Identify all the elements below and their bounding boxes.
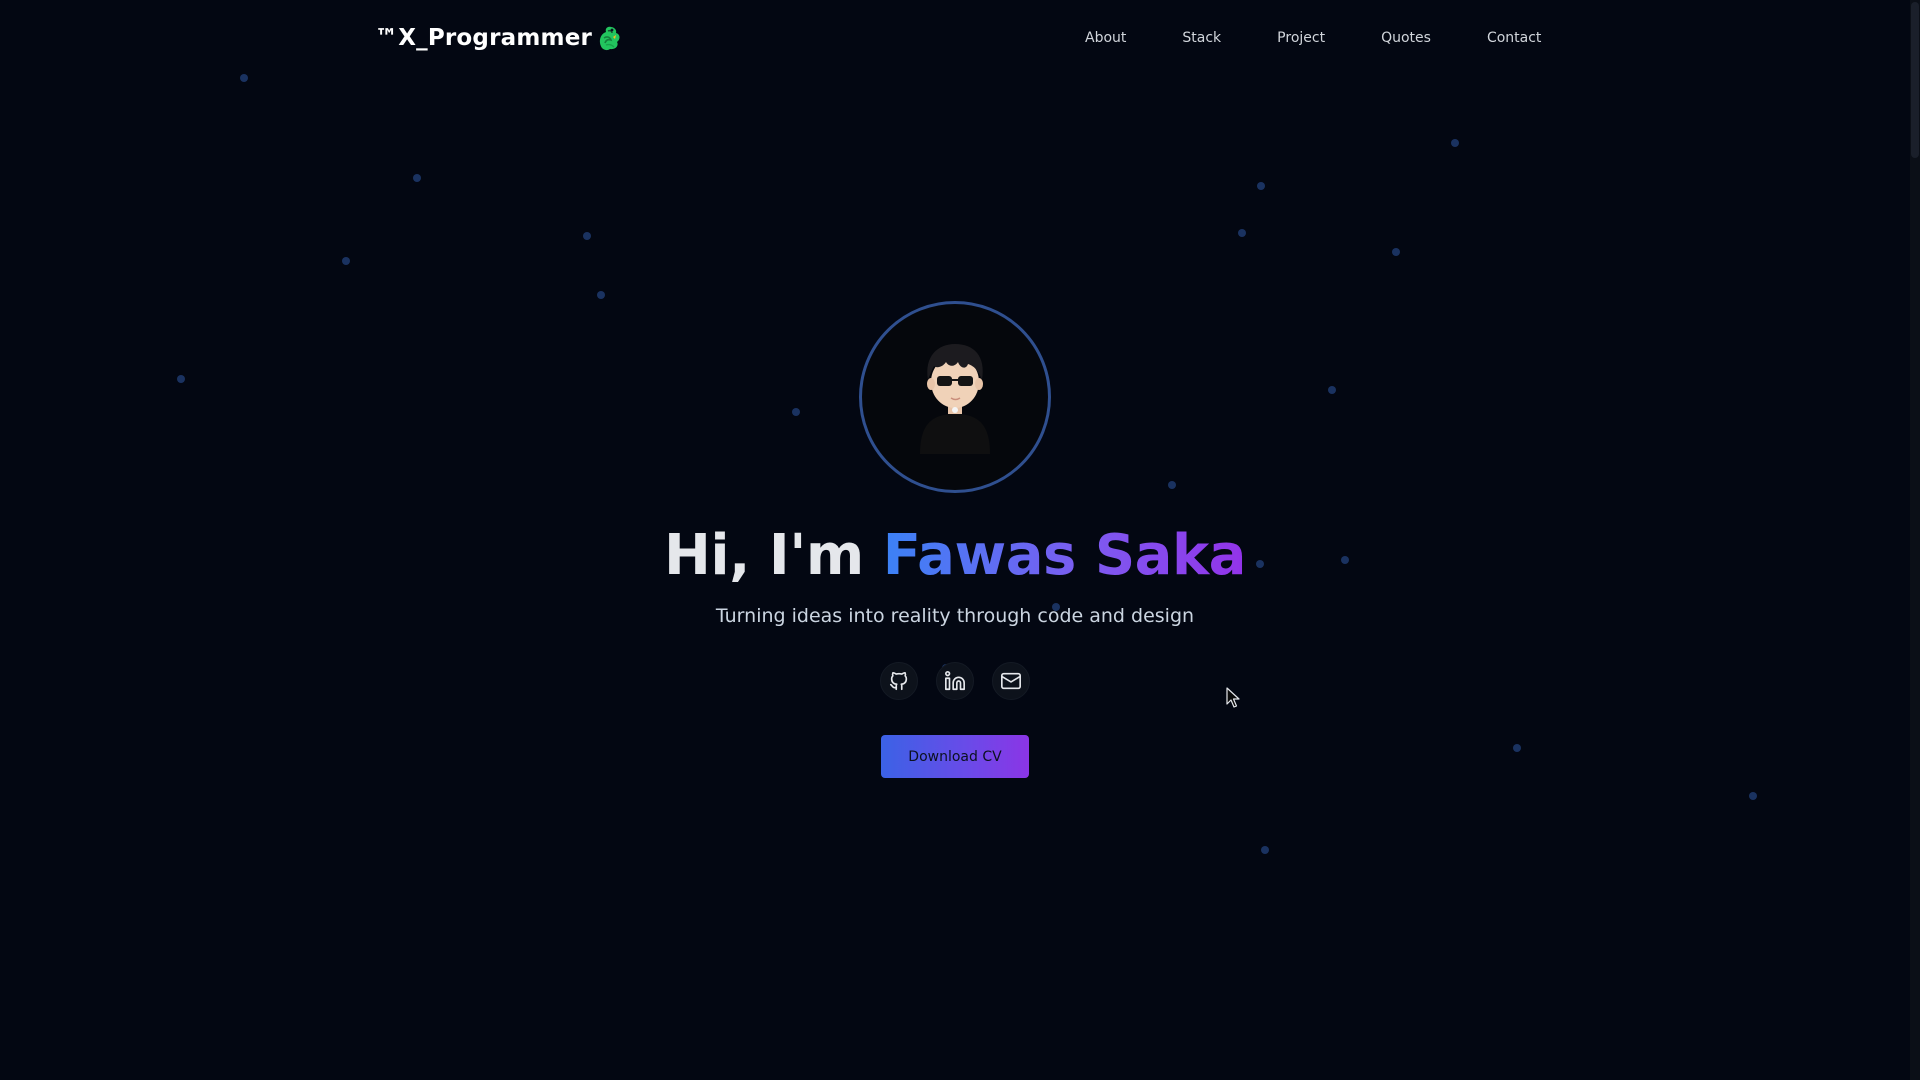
particle bbox=[1238, 229, 1246, 237]
scrollbar-thumb[interactable] bbox=[1911, 2, 1919, 158]
particle bbox=[583, 232, 591, 240]
particle bbox=[413, 174, 421, 182]
hero-heading: Hi, I'm Fawas Saka bbox=[0, 523, 1910, 588]
social-links bbox=[880, 662, 1030, 700]
page-scrollbar[interactable] bbox=[1910, 0, 1920, 1080]
nav-contact[interactable]: Contact bbox=[1487, 30, 1541, 46]
dragon-icon bbox=[596, 24, 622, 52]
email-link[interactable] bbox=[992, 662, 1030, 700]
hero-greeting: Hi, I'm bbox=[664, 523, 883, 588]
page: ™X_Programmer About Stack Project Quotes… bbox=[0, 0, 1920, 1080]
navbar: ™X_Programmer About Stack Project Quotes… bbox=[0, 0, 1910, 80]
brand-name: ™X_Programmer bbox=[375, 25, 593, 51]
hero-name: Fawas Saka bbox=[882, 523, 1247, 588]
particle bbox=[1749, 792, 1757, 800]
github-icon bbox=[889, 671, 908, 691]
particle bbox=[1451, 139, 1459, 147]
nav-about[interactable]: About bbox=[1085, 30, 1126, 46]
nav-stack[interactable]: Stack bbox=[1182, 30, 1221, 46]
particle bbox=[792, 408, 800, 416]
github-link[interactable] bbox=[880, 662, 918, 700]
linkedin-icon bbox=[945, 671, 965, 691]
mouse-cursor-icon bbox=[1226, 687, 1240, 708]
particle bbox=[1257, 182, 1265, 190]
particle bbox=[1328, 386, 1336, 394]
particle bbox=[1392, 248, 1400, 256]
particle bbox=[177, 375, 185, 383]
download-cv-button[interactable]: Download CV bbox=[881, 735, 1029, 778]
mail-icon bbox=[1001, 672, 1021, 690]
avatar-illustration bbox=[920, 344, 990, 454]
hero-subtitle: Turning ideas into reality through code … bbox=[715, 605, 1195, 627]
nav-project[interactable]: Project bbox=[1277, 30, 1325, 46]
particle bbox=[597, 291, 605, 299]
particle bbox=[1168, 481, 1176, 489]
nav-menu: About Stack Project Quotes Contact bbox=[1085, 30, 1541, 46]
linkedin-link[interactable] bbox=[936, 662, 974, 700]
particle bbox=[342, 257, 350, 265]
particle bbox=[1261, 846, 1269, 854]
particle bbox=[1513, 744, 1521, 752]
nav-quotes[interactable]: Quotes bbox=[1381, 30, 1431, 46]
brand-logo[interactable]: ™X_Programmer bbox=[375, 24, 622, 52]
profile-avatar bbox=[859, 301, 1051, 493]
